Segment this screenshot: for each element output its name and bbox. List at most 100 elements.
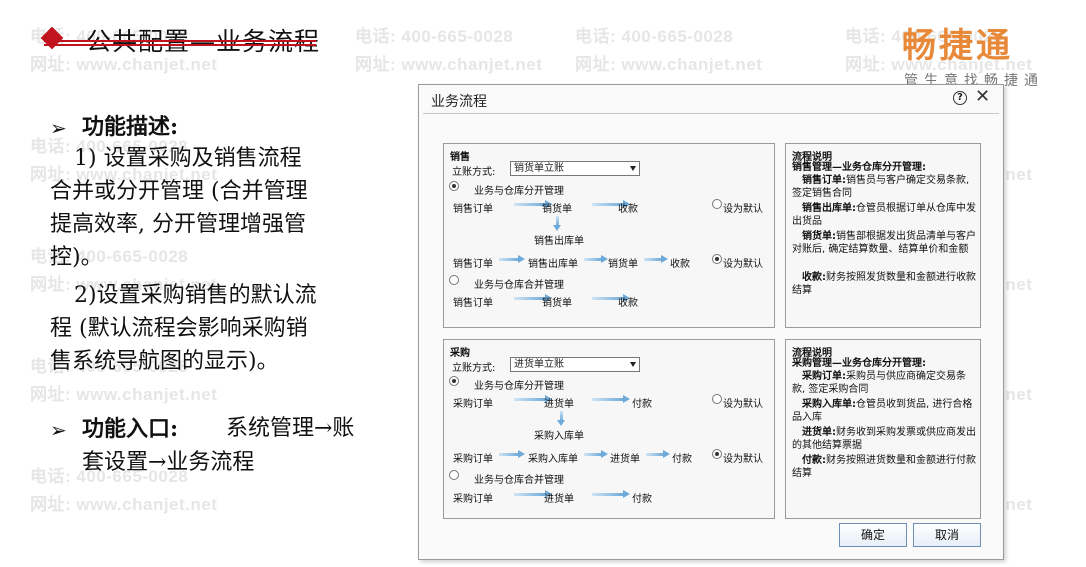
watermark-phone: 电话: 400-665-0028: [575, 27, 734, 46]
sales-desc-panel: 流程说明 销售管理—业务仓库分开管理: 销售订单:销售员与客户确定交易条款, 签…: [785, 143, 981, 328]
flow-node: 收款: [618, 298, 638, 309]
flow-node: 采购订单: [453, 454, 493, 465]
flow-node: 销售订单: [453, 298, 493, 309]
brand-logo: 畅捷通 管生意找畅捷通: [902, 18, 1062, 90]
flow-node: 进货单: [544, 494, 574, 505]
set-default-label: 设为默认: [723, 204, 763, 215]
set-default-label: 设为默认: [723, 399, 763, 410]
sales-flow2-default-radio[interactable]: [712, 254, 722, 264]
flow-arrow-icon: [584, 450, 608, 458]
close-icon[interactable]: ✕: [975, 86, 990, 107]
flow-arrow-icon: [584, 255, 608, 263]
desc-line: 程 (默认流程会影响采购销: [50, 316, 308, 341]
flow-node: 付款: [632, 399, 652, 410]
flow-arrow-icon: [514, 490, 552, 498]
flow-arrow-icon: [646, 450, 670, 458]
purchase-flow2-default-radio[interactable]: [712, 449, 722, 459]
flow-node: 销售订单: [453, 259, 493, 270]
watermark-site: 网址: www.chanjet.net: [30, 385, 218, 404]
sales-option-separate: 业务与仓库分开管理: [474, 186, 564, 197]
logo-brand: 畅捷通: [902, 26, 1013, 66]
sales-desc-item: 销货单:销售部根据发出货品清单与客户对账后, 确定结算数量、结算单价和金额: [792, 231, 976, 255]
entry-path: 系统管理→账: [226, 416, 355, 441]
flow-down-arrow-icon: [553, 216, 561, 231]
watermark-site: 网址: www.chanjet.net: [355, 55, 543, 74]
purchase-mode-select[interactable]: 进货单立账: [510, 357, 640, 372]
sales-flow1-default-radio[interactable]: [712, 199, 722, 209]
entry-path: 套设置→业务流程: [82, 450, 255, 475]
flow-node: 销货单: [542, 204, 572, 215]
purchase-flow1-default-radio[interactable]: [712, 394, 722, 404]
flow-down-arrow-icon: [557, 411, 565, 426]
flow-node: 采购入库单: [528, 454, 578, 465]
flow-node: 采购订单: [453, 399, 493, 410]
purchase-merged-radio[interactable]: [449, 470, 459, 480]
watermark-site: 网址: www.chanjet.net: [30, 495, 218, 514]
sales-mode-value: 销货单立账: [514, 163, 564, 174]
desc-line: 合并或分开管理 (合并管理: [50, 179, 308, 204]
watermark-phone: 电话: 400-665-0028: [355, 27, 514, 46]
dialog-title: 业务流程: [431, 94, 487, 110]
flow-arrow-icon: [499, 450, 525, 458]
entry-label: 功能入口:: [82, 416, 179, 442]
desc-line: 1) 设置采购及销售流程: [74, 146, 302, 171]
purchase-panel: 采购 立账方式: 进货单立账 业务与仓库分开管理 采购订单 进货单 付款 设为默…: [443, 339, 775, 519]
flow-node: 销货单: [542, 298, 572, 309]
help-icon[interactable]: ?: [953, 91, 967, 105]
desc-line: 控)。: [50, 245, 103, 270]
sales-desc-heading: 销售管理—业务仓库分开管理:: [792, 162, 926, 173]
purchase-option-merged: 业务与仓库合并管理: [474, 475, 564, 486]
flow-arrow-icon: [644, 255, 668, 263]
arrow-bullet-icon: ➢: [50, 116, 67, 140]
purchase-separate-radio[interactable]: [449, 376, 459, 386]
sales-merged-radio[interactable]: [449, 275, 459, 285]
ok-button[interactable]: 确定: [839, 523, 907, 547]
flow-node: 进货单: [544, 399, 574, 410]
flow-node: 销售订单: [453, 204, 493, 215]
chevron-down-icon: [630, 166, 636, 171]
set-default-label: 设为默认: [723, 259, 763, 270]
func-desc-label: 功能描述:: [82, 114, 179, 140]
flow-node: 采购入库单: [534, 431, 584, 442]
cancel-button[interactable]: 取消: [913, 523, 981, 547]
flow-arrow-icon: [592, 490, 630, 498]
flow-arrow-icon: [514, 395, 552, 403]
watermark-site: 网址: www.chanjet.net: [575, 55, 763, 74]
title-underline: [44, 44, 316, 46]
flow-node: 付款: [672, 454, 692, 465]
flow-node: 销货单: [608, 259, 638, 270]
purchase-desc-item: 付款:财务按照进货数量和金额进行付款结算: [792, 455, 976, 479]
business-flow-dialog: 业务流程 ? ✕ 销售 立账方式: 销货单立账 业务与仓库分开管理 销售订单 销…: [418, 84, 1004, 560]
sales-option-merged: 业务与仓库合并管理: [474, 280, 564, 291]
desc-line: 提高效率, 分开管理增强管: [50, 212, 306, 237]
sales-panel: 销售 立账方式: 销货单立账 业务与仓库分开管理 销售订单 销货单 收款 设为默…: [443, 143, 775, 328]
flow-arrow-icon: [499, 255, 525, 263]
purchase-desc-item: 采购订单:采购员与供应商确定交易条款, 签定采购合同: [792, 371, 966, 395]
desc-line: 2)设置采购销售的默认流: [74, 283, 317, 308]
sales-separate-radio[interactable]: [449, 181, 459, 191]
purchase-panel-title: 采购: [450, 348, 470, 359]
flow-node: 付款: [632, 494, 652, 505]
purchase-desc-item: 进货单:财务收到采购发票或供应商发出的其他结算票据: [792, 427, 976, 451]
flow-node: 销售出库单: [534, 236, 584, 247]
purchase-mode-value: 进货单立账: [514, 359, 564, 370]
sales-mode-select[interactable]: 销货单立账: [510, 161, 640, 176]
flow-node: 收款: [670, 259, 690, 270]
purchase-desc-item: 采购入库单:仓管员收到货品, 进行合格品入库: [792, 399, 973, 423]
title-underline: [44, 40, 316, 42]
chevron-down-icon: [630, 362, 636, 367]
purchase-mode-label: 立账方式:: [452, 363, 496, 374]
purchase-desc-heading: 采购管理—业务仓库分开管理:: [792, 358, 926, 369]
sales-panel-title: 销售: [450, 152, 470, 163]
desc-line: 售系统导航图的显示)。: [50, 349, 279, 374]
arrow-bullet-icon: ➢: [50, 418, 67, 442]
flow-arrow-icon: [592, 395, 630, 403]
divider: [423, 113, 999, 114]
set-default-label: 设为默认: [723, 454, 763, 465]
purchase-desc-panel: 流程说明 采购管理—业务仓库分开管理: 采购订单:采购员与供应商确定交易条款, …: [785, 339, 981, 519]
sales-desc-item: 销售订单:销售员与客户确定交易条款, 签定销售合同: [792, 175, 970, 199]
flow-node: 收款: [618, 204, 638, 215]
sales-mode-label: 立账方式:: [452, 167, 496, 178]
flow-node: 进货单: [610, 454, 640, 465]
purchase-option-separate: 业务与仓库分开管理: [474, 381, 564, 392]
